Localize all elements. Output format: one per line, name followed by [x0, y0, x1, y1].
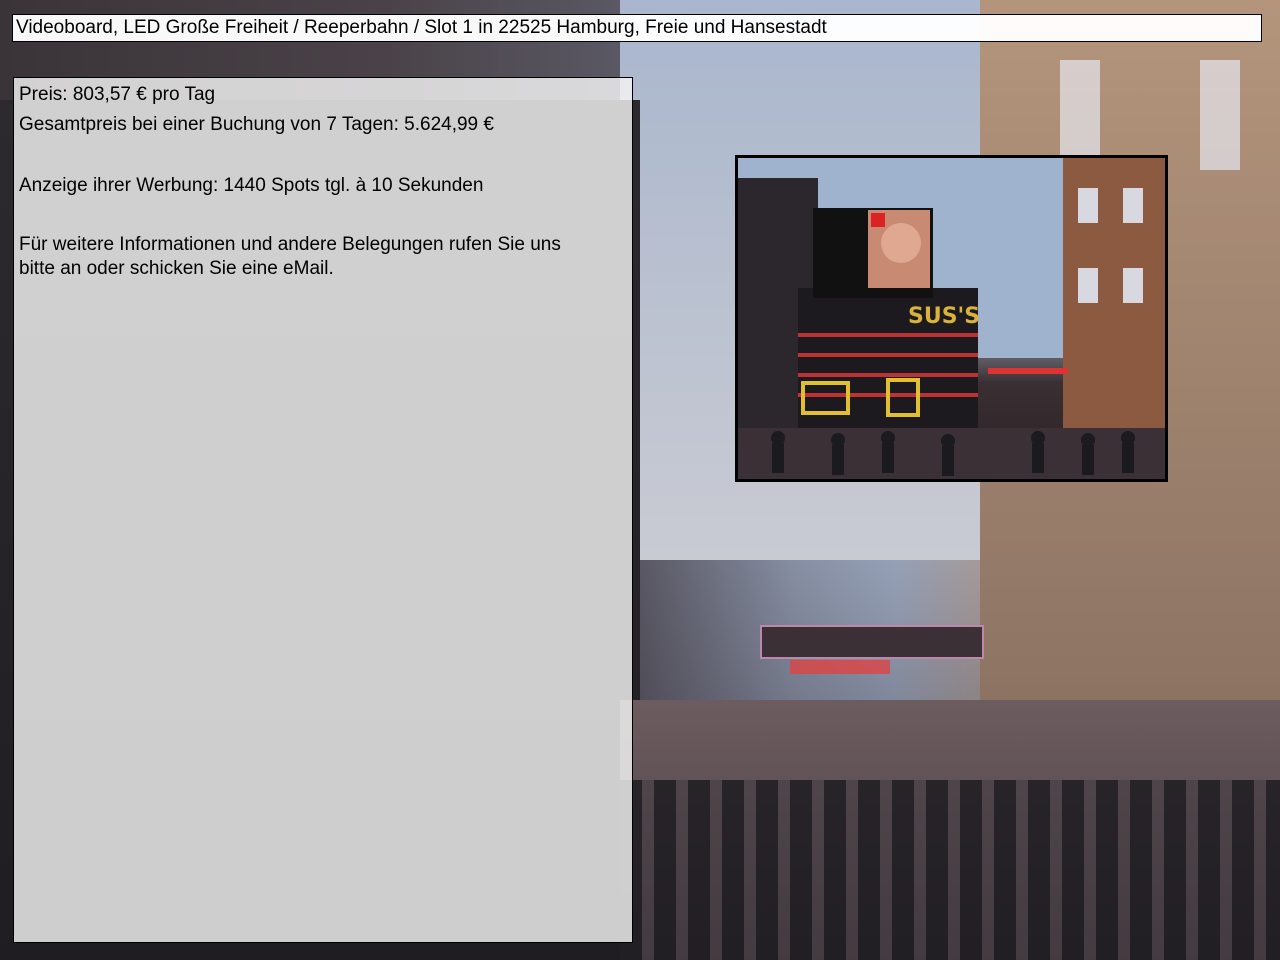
info-panel: Preis: 803,57 € pro Tag Gesamtpreis bei … [13, 77, 633, 943]
background-sign [760, 625, 984, 659]
contact-info-text: Für weitere Informationen und andere Bel… [19, 233, 561, 279]
display-info-text: Anzeige ihrer Werbung: 1440 Spots tgl. à… [19, 175, 484, 197]
page-title-text: Videoboard, LED Große Freiheit / Reeperb… [16, 17, 827, 38]
svg-text:SUS'S: SUS'S [908, 304, 980, 329]
background-crowd [620, 780, 1280, 960]
price-text: Preis: 803,57 € pro Tag [19, 84, 216, 105]
videoboard-photo-illustration: SUS'S [738, 158, 1165, 479]
videoboard-photo: SUS'S [735, 155, 1168, 482]
background-neon [790, 660, 890, 674]
total-price-text: Gesamtpreis bei einer Buchung von 7 Tage… [19, 113, 494, 135]
page-title: Videoboard, LED Große Freiheit / Reeperb… [12, 14, 1262, 42]
background-windows [1060, 60, 1260, 170]
